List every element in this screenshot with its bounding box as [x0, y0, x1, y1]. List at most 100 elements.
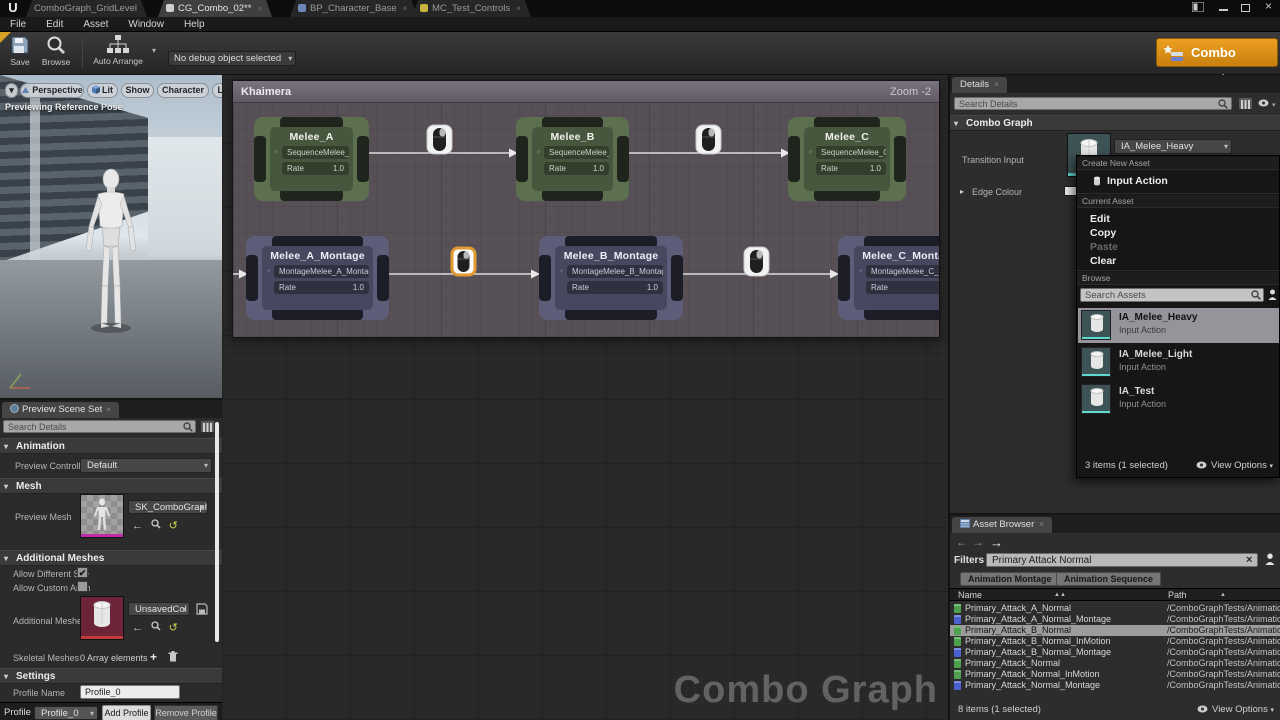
menu-item-clear[interactable]: Clear [1077, 254, 1279, 268]
graph-node-melee-b-montage[interactable]: Melee_B_Montage ⁘MontageMelee_B_Montage … [539, 236, 683, 320]
transition-input-dropdown[interactable]: IA_Melee_Heavy▾ [1114, 139, 1232, 154]
tab-details[interactable]: Details× [952, 77, 1007, 93]
view-options-button[interactable]: View Options ▾ [1197, 704, 1274, 715]
menu-item-input-action[interactable]: Input Action [1077, 174, 1279, 188]
tab-cg-combo-02[interactable]: CG_Combo_02**× [158, 0, 272, 17]
search-details-input[interactable] [954, 97, 1232, 110]
search-details-input[interactable] [3, 420, 196, 433]
menu-help[interactable]: Help [174, 17, 215, 32]
reset-to-default-icon[interactable]: ↺ [169, 520, 178, 532]
tab-bp-character-base[interactable]: BP_Character_Base× [290, 0, 417, 17]
additional-meshes-dropdown[interactable]: UnsavedCol▾ [128, 602, 190, 616]
person-icon[interactable] [1265, 553, 1275, 565]
tab-close-icon[interactable]: × [994, 80, 999, 89]
graph-node-melee-c-montage[interactable]: Melee_C_Montage ⁘MontageMelee_C_Montage … [838, 236, 940, 320]
tab-close-icon[interactable]: × [403, 4, 408, 13]
reset-to-default-icon[interactable]: ↺ [169, 622, 178, 634]
expand-arrow-icon[interactable]: ▸ [960, 187, 964, 196]
menu-asset[interactable]: Asset [73, 17, 118, 32]
menu-edit[interactable]: Edit [36, 17, 73, 32]
asset-list-item-ia-test[interactable]: IA_Test Input Action [1078, 382, 1279, 417]
person-icon[interactable] [1268, 289, 1277, 300]
preview-mesh-dropdown[interactable]: SK_ComboGraphT▾ [128, 500, 208, 514]
lit-button[interactable]: Lit [87, 83, 118, 98]
profile-dropdown[interactable]: Profile_0▾ [34, 706, 98, 720]
show-button[interactable]: Show [121, 83, 154, 98]
save-asset-icon[interactable] [196, 603, 208, 615]
preview-viewport[interactable]: ▾ Perspective Lit Show Character LOD Pre… [0, 75, 222, 398]
menu-item-copy[interactable]: Copy [1077, 226, 1279, 240]
graph-node-melee-a-montage[interactable]: Melee_A_Montage ⁘MontageMelee_A_Montage … [246, 236, 389, 320]
asset-row[interactable]: Primary_Attack_B_Normal_Montage/ComboGra… [950, 647, 1280, 658]
filter-chip-animation-sequence[interactable]: Animation Sequence [1056, 572, 1161, 586]
debug-object-selector[interactable]: No debug object selected▾ [168, 51, 296, 66]
add-element-icon[interactable]: + [150, 650, 157, 664]
view-filter-eye-icon[interactable]: ▾ [1258, 99, 1275, 110]
tab-preview-scene-set[interactable]: Preview Scene Set× [2, 402, 119, 418]
transition-mouse-icon[interactable] [743, 246, 770, 277]
allow-custom-anim-checkbox[interactable] [77, 581, 88, 592]
section-mesh[interactable]: ▾Mesh [0, 478, 222, 494]
asset-row[interactable]: Primary_Attack_Normal_Montage/ComboGraph… [950, 680, 1280, 691]
use-selected-icon[interactable]: ← [132, 622, 143, 634]
use-selected-icon[interactable]: ← [132, 520, 143, 532]
graph-node-melee-a[interactable]: Melee_A ⁘SequenceMelee_A Rate1.0 [254, 117, 369, 201]
filters-dropdown[interactable]: Filters ▾ [954, 555, 990, 566]
asset-row[interactable]: Primary_Attack_Normal/ComboGraphTests/An… [950, 658, 1280, 669]
menu-item-edit[interactable]: Edit [1077, 212, 1279, 226]
column-header-path[interactable]: Path [1168, 589, 1187, 602]
column-settings-icon[interactable] [200, 420, 215, 433]
asset-list-item-ia-melee-heavy[interactable]: IA_Melee_Heavy Input Action [1078, 308, 1279, 343]
tab-combograph-gridlevel[interactable]: ComboGraph_GridLevel [26, 0, 147, 17]
remove-profile-button[interactable]: Remove Profile [154, 705, 218, 720]
clear-search-icon[interactable]: × [1246, 554, 1252, 566]
preview-mesh-thumbnail[interactable] [80, 494, 124, 538]
transition-mouse-icon-selected[interactable] [450, 246, 477, 277]
profile-name-input[interactable] [80, 685, 180, 699]
graph-window-header[interactable]: Khaimera Zoom -2 [233, 81, 939, 103]
transition-mouse-icon[interactable] [426, 124, 453, 155]
column-settings-icon[interactable] [1238, 97, 1253, 110]
section-combo-graph[interactable]: ▾Combo Graph [950, 115, 1280, 131]
lod-button[interactable]: LOD [212, 83, 222, 98]
menu-window[interactable]: Window [118, 17, 174, 32]
add-profile-button[interactable]: Add Profile [102, 705, 151, 720]
asset-row[interactable]: Primary_Attack_A_Normal_Montage/ComboGra… [950, 614, 1280, 625]
perspective-button[interactable]: Perspective [20, 83, 84, 98]
history-back-icon[interactable]: ← [956, 535, 968, 549]
tab-close-icon[interactable]: × [257, 4, 262, 13]
window-close-icon[interactable]: × [1265, 0, 1272, 12]
asset-search-input[interactable] [986, 553, 1258, 567]
tab-close-icon[interactable]: × [106, 405, 111, 414]
viewport-options-dropdown[interactable]: ▾ [5, 83, 18, 98]
allow-different-skeleton-checkbox[interactable]: ✔ [77, 567, 88, 578]
search-assets-input[interactable] [1080, 288, 1264, 302]
auto-arrange-button[interactable]: Auto Arrange [88, 35, 148, 66]
combo-graph-canvas[interactable]: Combo Graph Khaimera Zoom -2 [222, 75, 948, 720]
auto-arrange-dropdown-icon[interactable]: ▾ [152, 46, 156, 55]
tab-asset-browser[interactable]: Asset Browser× [952, 517, 1052, 533]
find-in-browser-icon[interactable] [151, 621, 161, 631]
tab-close-icon[interactable]: × [1039, 520, 1044, 529]
character-button[interactable]: Character [157, 83, 209, 98]
asset-row[interactable]: Primary_Attack_A_Normal/ComboGraphTests/… [950, 603, 1280, 614]
combo-graph-button[interactable]: Combo Graph [1156, 38, 1278, 67]
column-header-name[interactable]: Name [958, 589, 982, 602]
transition-mouse-icon[interactable] [695, 124, 722, 155]
menu-item-paste[interactable]: Paste [1077, 240, 1279, 254]
graph-node-melee-c[interactable]: Melee_C ⁘SequenceMelee_C Rate1.0 [788, 117, 906, 201]
scrollbar[interactable] [215, 422, 219, 642]
asset-row[interactable]: Primary_Attack_Normal_InMotion/ComboGrap… [950, 669, 1280, 680]
window-maximize-icon[interactable] [1241, 4, 1250, 16]
go-forward-icon[interactable]: → [990, 535, 1003, 550]
menu-file[interactable]: File [0, 17, 36, 32]
filter-chip-animation-montage[interactable]: Animation Montage [960, 572, 1060, 586]
graph-node-melee-b[interactable]: Melee_B ⁘SequenceMelee_B Rate1.0 [516, 117, 629, 201]
section-animation[interactable]: ▾Animation [0, 438, 222, 454]
section-additional-meshes[interactable]: ▾Additional Meshes [0, 550, 222, 566]
additional-meshes-thumbnail[interactable] [80, 596, 124, 640]
trash-icon[interactable] [168, 651, 178, 662]
browse-button[interactable]: Browse [38, 35, 74, 67]
history-forward-icon[interactable]: → [972, 535, 984, 549]
asset-row[interactable]: Primary_Attack_B_Normal_InMotion/ComboGr… [950, 636, 1280, 647]
